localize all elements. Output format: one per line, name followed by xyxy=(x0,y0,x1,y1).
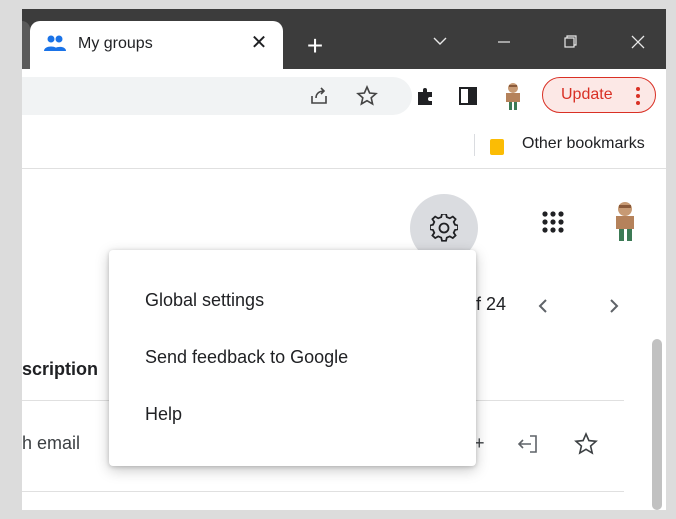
address-bar[interactable] xyxy=(22,77,412,115)
new-tab-button[interactable]: + xyxy=(300,31,330,61)
chevron-right-icon[interactable] xyxy=(604,295,624,317)
more-vert-icon xyxy=(636,87,640,105)
side-panel-icon[interactable] xyxy=(456,84,480,108)
groups-icon xyxy=(44,35,66,51)
browser-toolbar: Update xyxy=(22,69,666,124)
chevron-left-icon[interactable] xyxy=(533,295,553,317)
close-window-button[interactable] xyxy=(618,27,658,57)
puzzle-icon[interactable] xyxy=(414,84,438,108)
browser-window: My groups ✕ + Update Other bookmarks f 2… xyxy=(22,9,666,510)
menu-item-global-settings[interactable]: Global settings xyxy=(109,278,476,322)
update-label: Update xyxy=(561,86,613,103)
menu-item-help[interactable]: Help xyxy=(109,392,476,436)
account-avatar[interactable] xyxy=(607,199,643,243)
tab-title: My groups xyxy=(78,35,153,52)
other-bookmarks-link[interactable]: Other bookmarks xyxy=(522,135,645,153)
menu-item-send-feedback[interactable]: Send feedback to Google xyxy=(109,335,476,379)
apps-grid-icon[interactable] xyxy=(538,207,568,237)
description-column-header[interactable]: scription xyxy=(22,359,98,380)
row-divider xyxy=(22,491,624,492)
pagination-text: f 24 xyxy=(476,294,507,314)
menu-item-label: Global settings xyxy=(145,290,265,310)
minimize-button[interactable] xyxy=(484,27,524,57)
menu-item-label: Help xyxy=(145,404,183,424)
group-row-description: h email xyxy=(22,433,81,453)
scrollbar-thumb[interactable] xyxy=(652,339,662,510)
chevron-down-icon xyxy=(433,37,447,45)
previous-tab-edge[interactable] xyxy=(22,21,30,69)
folder-icon[interactable] xyxy=(489,137,507,155)
settings-menu: Global settings Send feedback to Google … xyxy=(109,250,476,466)
bookmarks-separator xyxy=(474,134,475,156)
tab-search-button[interactable] xyxy=(420,27,460,57)
tab-close-icon[interactable]: ✕ xyxy=(247,31,271,55)
minimize-icon xyxy=(498,41,510,43)
restore-button[interactable] xyxy=(550,27,590,57)
tab-my-groups[interactable]: My groups ✕ xyxy=(30,21,283,69)
share-icon[interactable] xyxy=(307,84,331,108)
leave-group-icon[interactable] xyxy=(515,431,541,457)
menu-item-label: Send feedback to Google xyxy=(145,347,349,367)
update-button[interactable]: Update xyxy=(542,77,656,113)
close-icon xyxy=(631,35,645,49)
gear-icon xyxy=(430,214,458,242)
tab-strip: My groups ✕ + xyxy=(22,9,666,69)
bookmarks-bar: Other bookmarks xyxy=(22,124,666,169)
restore-icon xyxy=(564,35,577,48)
profile-avatar-icon[interactable] xyxy=(500,81,526,111)
star-outline-icon[interactable] xyxy=(573,431,599,457)
star-icon[interactable] xyxy=(355,84,379,108)
